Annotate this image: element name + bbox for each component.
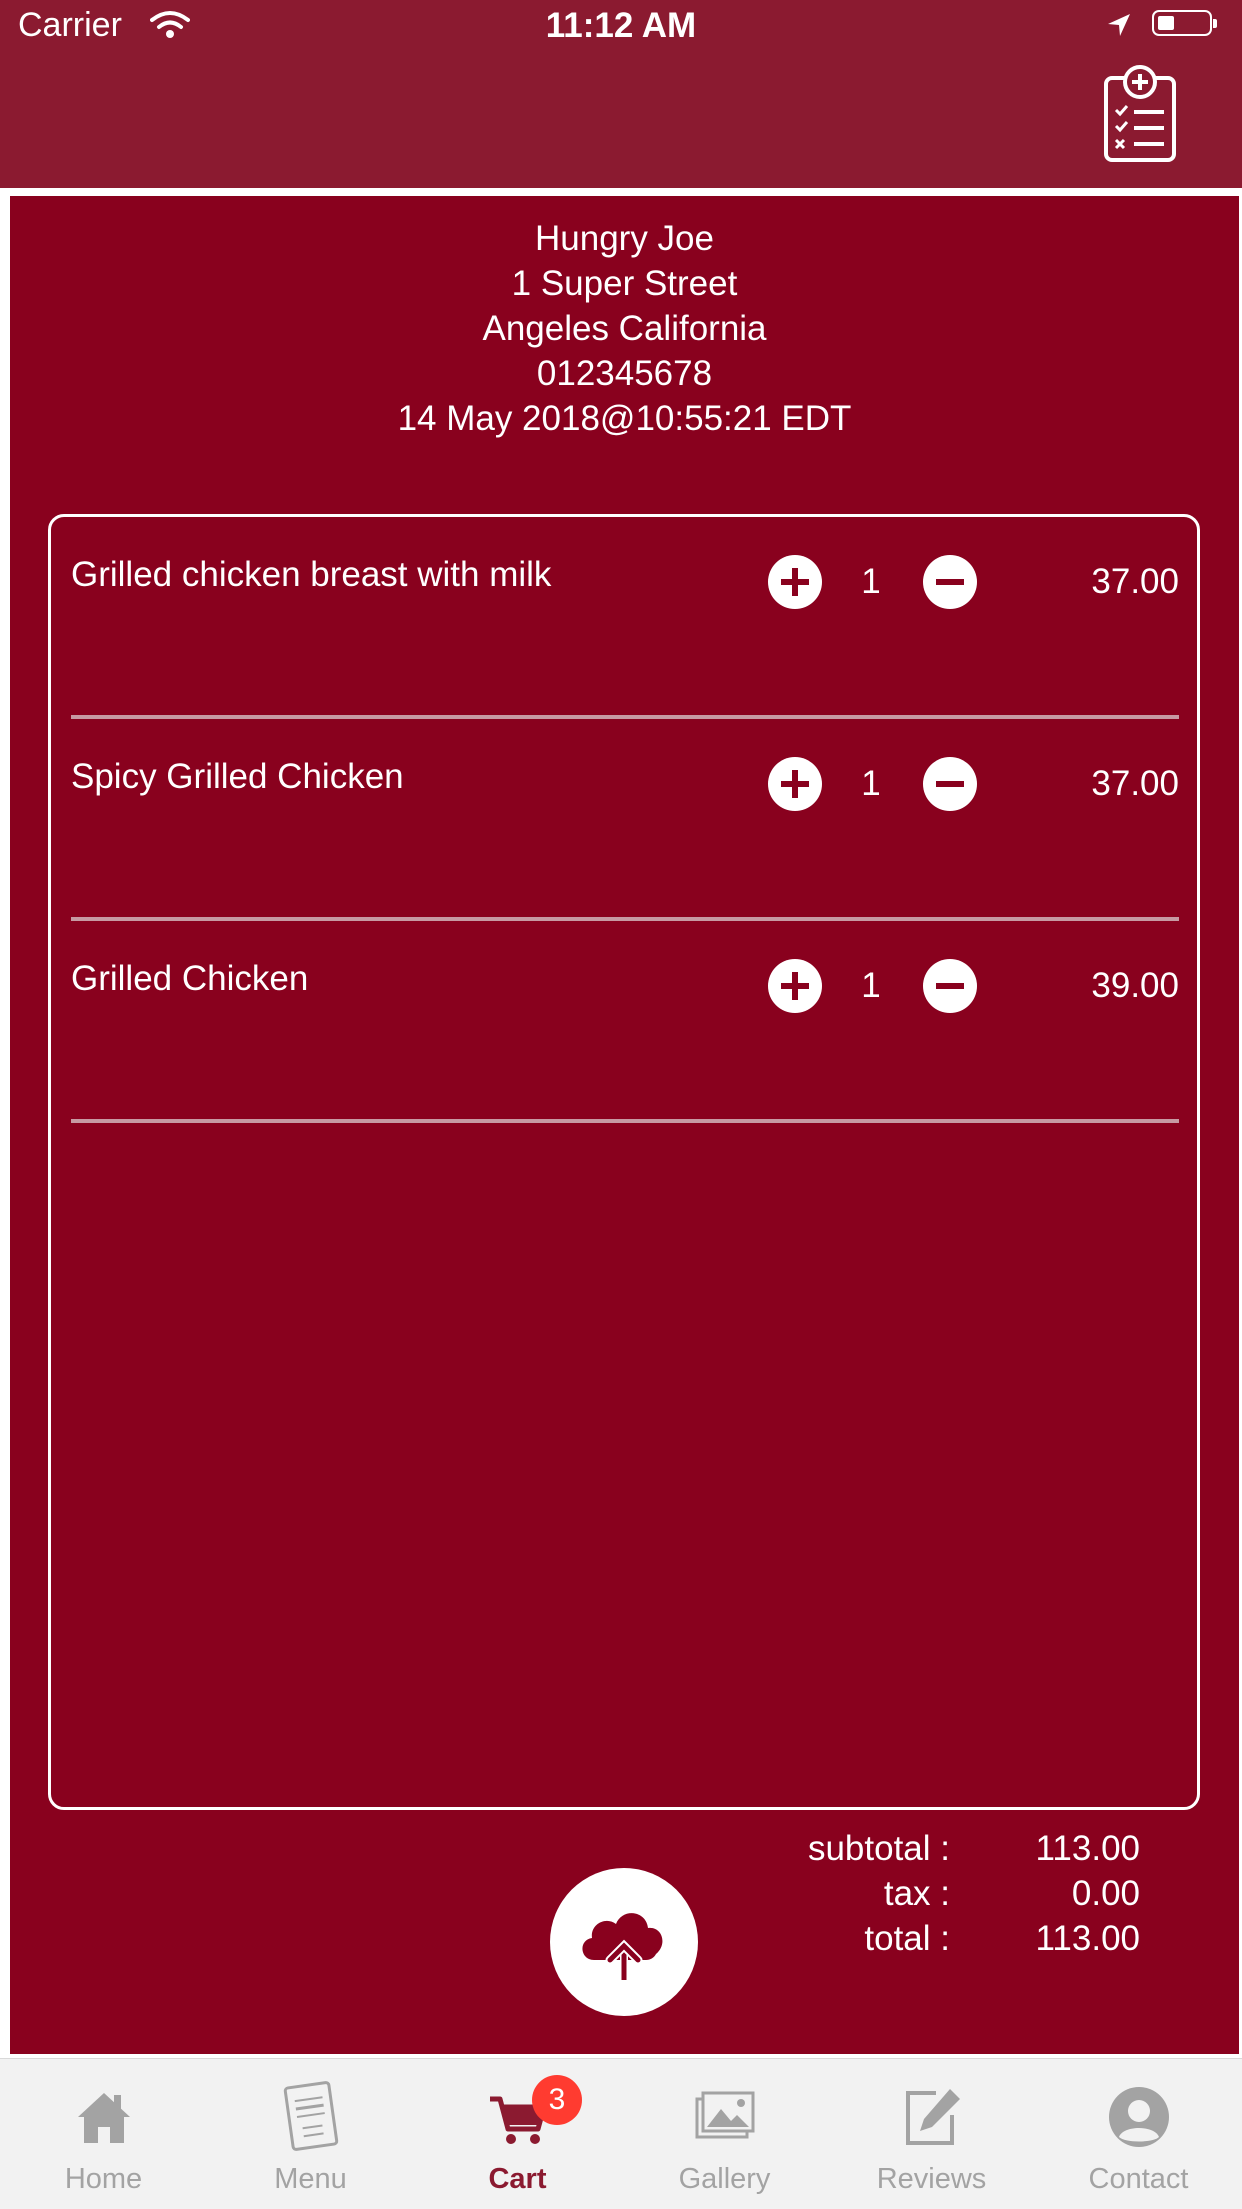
tab-home[interactable]: Home [0,2059,207,2209]
item-name: Spicy Grilled Chicken [71,757,404,796]
increase-qty-icon[interactable] [768,757,822,811]
home-icon [78,2093,130,2143]
restaurant-street: 1 Super Street [511,264,738,303]
restaurant-info: Hungry Joe 1 Super Street Angeles Califo… [10,216,1239,441]
cart-item-row: Spicy Grilled Chicken 1 37.00 [71,719,1179,921]
clock: 11:12 AM [545,6,697,45]
restaurant-phone: 012345678 [536,354,713,393]
item-price: 39.00 [1091,966,1179,1005]
cart-count-badge: 3 [532,2075,582,2125]
decrease-qty-icon[interactable] [923,555,977,609]
divider [0,188,1242,196]
tax-value: 0.00 [1071,1874,1140,1913]
item-name: Grilled Chicken [71,959,309,998]
subtotal-value: 113.00 [1035,1829,1140,1868]
user-icon [1109,2087,1169,2147]
item-qty: 1 [861,562,881,601]
tab-reviews[interactable]: Reviews [828,2059,1035,2209]
tab-gallery[interactable]: Gallery [621,2059,828,2209]
item-price: 37.00 [1091,562,1179,601]
tax-label: tax : [883,1874,950,1913]
increase-qty-icon[interactable] [768,959,822,1013]
item-name: Grilled chicken breast with milk [71,555,552,594]
tab-label: Reviews [876,2163,987,2195]
item-qty: 1 [861,764,881,803]
increase-qty-icon[interactable] [768,555,822,609]
order-timestamp: 14 May 2018@10:55:21 EDT [397,399,852,438]
restaurant-city: Angeles California [482,309,767,348]
edit-icon [906,2089,960,2145]
tab-bar: Home Menu 3 Cart Gallery Reviews Contact [0,2058,1242,2209]
tab-label: Cart [488,2163,547,2195]
tab-menu[interactable]: Menu [207,2059,414,2209]
tab-contact[interactable]: Contact [1035,2059,1242,2209]
total-value: 113.00 [1035,1919,1140,1958]
cart-items-box: Grilled chicken breast with milk 1 37.00… [48,514,1200,1810]
cloud-upload-icon [582,1913,663,1982]
decrease-qty-icon[interactable] [923,757,977,811]
battery-icon [1152,10,1217,36]
total-label: total : [864,1919,950,1958]
row-divider [71,1119,1179,1123]
tab-label: Gallery [678,2163,771,2195]
tab-label: Menu [274,2163,347,2195]
clipboard-add-icon[interactable] [1100,64,1182,164]
location-arrow-icon [1108,14,1130,36]
totals-labels: subtotal : tax : total : [710,1826,950,1961]
restaurant-name: Hungry Joe [535,219,714,258]
tab-cart[interactable]: 3 Cart [414,2059,621,2209]
subtotal-label: subtotal : [807,1829,950,1868]
cart-item-row: Grilled Chicken 1 39.00 [71,921,1179,1123]
totals-values: 113.00 0.00 113.00 [950,1826,1140,1961]
submit-order-button[interactable] [550,1868,698,2016]
cart-page: Hungry Joe 1 Super Street Angeles Califo… [10,196,1239,2054]
decrease-qty-icon[interactable] [923,959,977,1013]
item-qty: 1 [861,966,881,1005]
menu-card-icon [283,2081,339,2151]
tab-label: Contact [1088,2163,1189,2195]
item-price: 37.00 [1091,764,1179,803]
header-bar: Carrier 11:12 AM [0,0,1242,188]
tab-label: Home [64,2163,143,2195]
cart-item-row: Grilled chicken breast with milk 1 37.00 [71,517,1179,719]
gallery-icon [695,2091,755,2139]
